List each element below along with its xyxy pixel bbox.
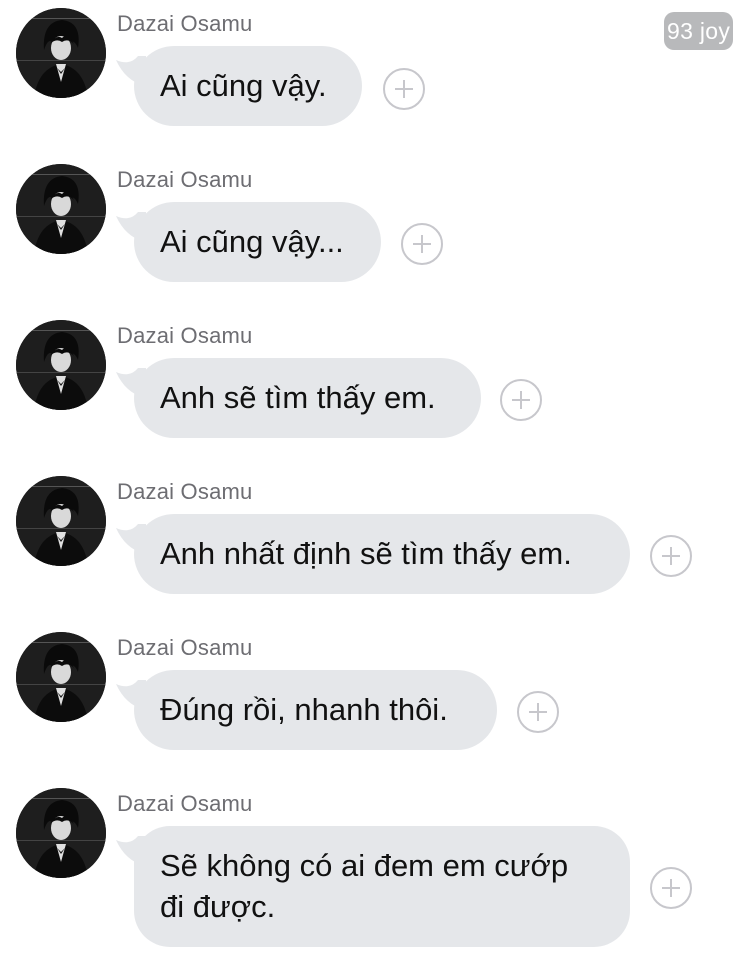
add-reaction-button[interactable]	[500, 379, 542, 421]
sender-name: Dazai Osamu	[117, 791, 253, 816]
message-bubble[interactable]: Anh nhất định sẽ tìm thấy em.	[134, 514, 630, 594]
sender-name: Dazai Osamu	[117, 323, 253, 348]
add-reaction-button[interactable]	[383, 68, 425, 110]
avatar[interactable]	[16, 164, 106, 254]
avatar[interactable]	[16, 476, 106, 566]
message-text-line: Sẽ không có ai đem em cướp	[160, 848, 569, 883]
message-text: Anh nhất định sẽ tìm thấy em.	[160, 536, 572, 571]
avatar[interactable]	[16, 632, 106, 722]
plus-circle-icon	[662, 547, 680, 565]
plus-circle-icon	[395, 80, 413, 98]
message-text: Ai cũng vậy.	[160, 68, 327, 103]
sender-name: Dazai Osamu	[117, 635, 253, 660]
avatar[interactable]	[16, 320, 106, 410]
message-bubble[interactable]: Anh sẽ tìm thấy em.	[134, 358, 481, 438]
message-bubble[interactable]: Sẽ không có ai đem em cướp đi được.	[134, 826, 630, 947]
message-bubble[interactable]: Ai cũng vậy.	[134, 46, 362, 126]
add-reaction-button[interactable]	[650, 867, 692, 909]
joy-badge: 93 joy	[664, 12, 734, 50]
plus-circle-icon	[512, 391, 530, 409]
message-text: Anh sẽ tìm thấy em.	[160, 380, 436, 415]
plus-circle-icon	[413, 235, 431, 253]
message-bubble[interactable]: Ai cũng vậy...	[134, 202, 381, 282]
add-reaction-button[interactable]	[401, 223, 443, 265]
sender-name: Dazai Osamu	[117, 479, 253, 504]
plus-circle-icon	[662, 879, 680, 897]
message-bubble[interactable]: Đúng rồi, nhanh thôi.	[134, 670, 497, 750]
sender-name: Dazai Osamu	[117, 167, 253, 192]
message-text: Đúng rồi, nhanh thôi.	[160, 692, 448, 727]
add-reaction-button[interactable]	[650, 535, 692, 577]
avatar[interactable]	[16, 8, 106, 98]
plus-circle-icon	[529, 703, 547, 721]
sender-name: Dazai Osamu	[117, 11, 253, 36]
add-reaction-button[interactable]	[517, 691, 559, 733]
message-text: Ai cũng vậy...	[160, 224, 344, 259]
message-text-line: đi được.	[160, 889, 276, 924]
avatar[interactable]	[16, 788, 106, 878]
